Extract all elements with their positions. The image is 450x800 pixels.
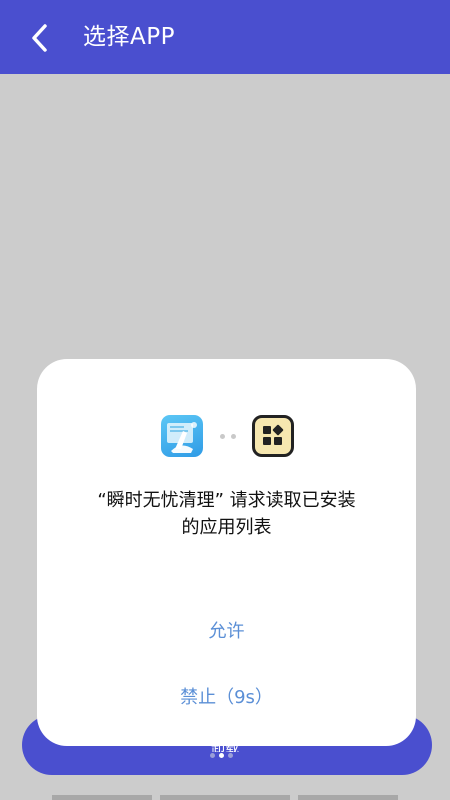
page-dot-active [219, 753, 224, 758]
page-title: 选择APP [83, 24, 175, 50]
bottom-strip [298, 795, 398, 800]
bottom-strip [160, 795, 290, 800]
allow-button[interactable]: 允许 [37, 617, 416, 643]
back-button[interactable] [22, 18, 58, 58]
page-indicator [210, 753, 233, 758]
connector-dots [220, 434, 236, 439]
app-grid-icon [252, 415, 294, 457]
cleaner-app-icon [161, 415, 203, 457]
page-dot [228, 753, 233, 758]
dialog-message: “瞬时无忧清理” 请求读取已安装 的应用列表 [57, 487, 396, 541]
deny-button[interactable]: 禁止（9s） [37, 683, 416, 709]
permission-dialog: “瞬时无忧清理” 请求读取已安装 的应用列表 允许 禁止（9s） [37, 359, 416, 746]
chevron-left-icon [32, 24, 47, 52]
page-dot [210, 753, 215, 758]
app-bar: 选择APP [0, 0, 450, 74]
dialog-message-line2: 的应用列表 [181, 517, 272, 538]
dialog-message-line1: “瞬时无忧清理” 请求读取已安装 [97, 490, 356, 511]
bottom-strip [52, 795, 152, 800]
